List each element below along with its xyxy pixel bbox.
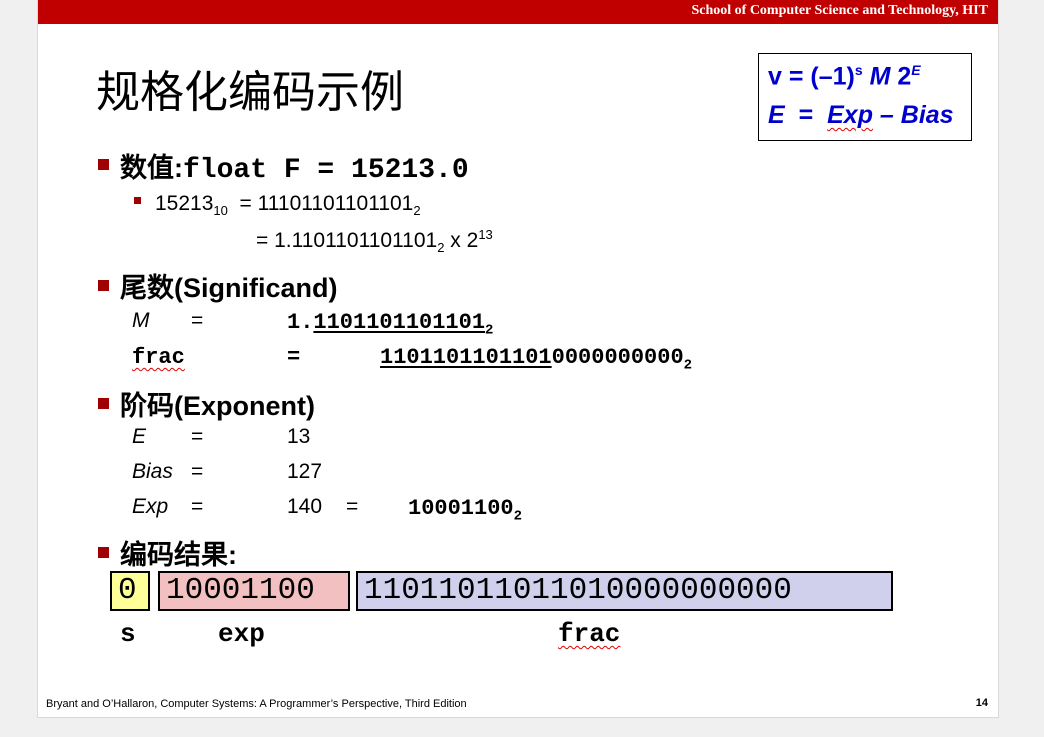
frac-field-label: frac: [558, 619, 621, 649]
bullet-encoding: [98, 547, 109, 558]
formula-line-exponent: E = Exp – Bias: [768, 101, 954, 129]
slide-title: 规格化编码示例: [96, 67, 404, 118]
slide: School of Computer Science and Technolog…: [37, 0, 999, 718]
bullet-exponent: [98, 398, 109, 409]
footer-citation: Bryant and O’Hallaron, Computer Systems:…: [46, 698, 467, 710]
e-label: E: [132, 425, 147, 448]
frac-value: 110110110110100000000002: [380, 345, 693, 374]
bias-label: Bias: [132, 460, 173, 483]
frac-bits-box: 11011011011010000000000: [356, 571, 893, 611]
e-equals: =: [191, 425, 204, 448]
value-heading: 数值:float F = 15213.0: [120, 153, 469, 186]
bias-equals: =: [191, 460, 204, 483]
bias-value: 127: [287, 460, 323, 483]
formula-box: v = (–1)s M 2E E = Exp – Bias: [758, 53, 972, 141]
bullet-significand: [98, 280, 109, 291]
sign-bit-box: 0: [110, 571, 150, 611]
exponent-heading: 阶码(Exponent): [120, 391, 315, 421]
exp-equals: =: [191, 495, 204, 518]
exp-equals-2: =: [346, 495, 359, 518]
encoding-heading: 编码结果:: [120, 540, 237, 570]
bullet-value: [98, 159, 109, 170]
value-line-2: = 1.11011011011012 x 213: [256, 227, 493, 256]
formula-line-value: v = (–1)s M 2E: [768, 62, 921, 91]
frac-label: frac: [132, 345, 185, 370]
exp-bits-box: 10001100: [158, 571, 350, 611]
frac-equals: =: [287, 345, 301, 370]
header-bar: School of Computer Science and Technolog…: [38, 0, 998, 24]
institution-name: School of Computer Science and Technolog…: [691, 3, 988, 18]
s-label: s: [120, 619, 136, 649]
significand-heading: 尾数(Significand): [120, 273, 338, 303]
exp-label: Exp: [132, 495, 169, 518]
exp-value: 140: [287, 495, 323, 518]
page-number: 14: [975, 697, 988, 709]
exp-field-label: exp: [218, 619, 265, 649]
m-value: 1.11011011011012: [287, 310, 494, 339]
value-line-1: 1521310 = 111011011011012: [155, 192, 421, 219]
m-equals: =: [191, 309, 204, 332]
m-label: M: [132, 309, 150, 332]
sub-bullet-value: [134, 197, 141, 204]
exp-binary: 100011002: [408, 496, 523, 525]
e-value: 13: [287, 425, 311, 448]
